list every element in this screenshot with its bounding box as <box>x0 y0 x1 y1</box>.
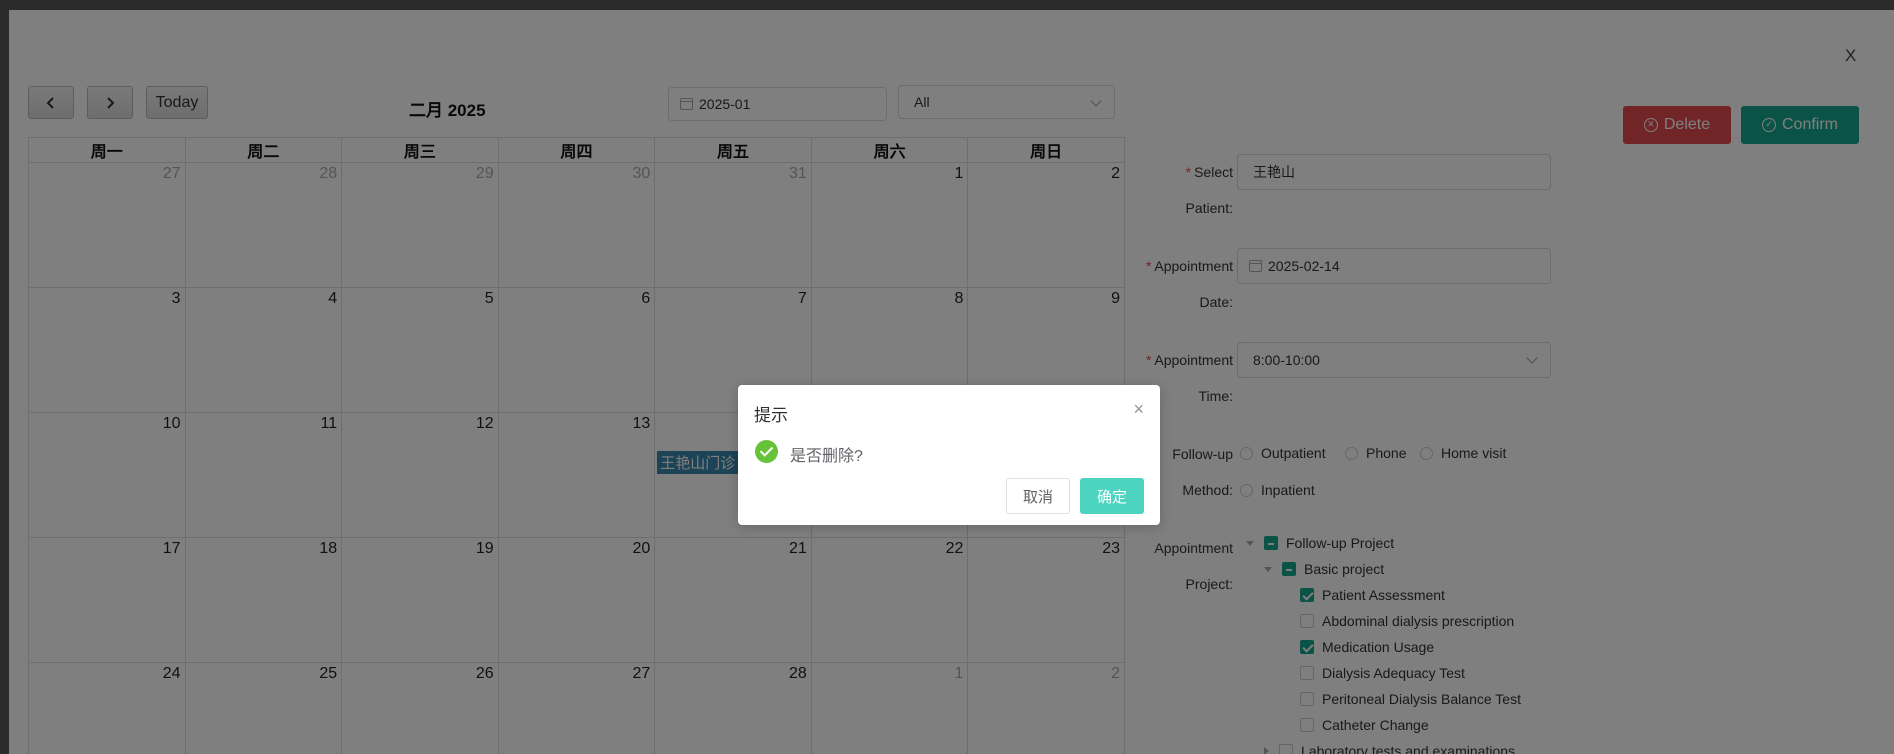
confirm-messagebox: 提示 × 是否删除? 取消 确定 <box>738 385 1160 525</box>
page-backdrop: X Today 二月 2025 2025-01 All ✕ Delete ✓ C… <box>0 0 1894 754</box>
messagebox-title: 提示 <box>754 406 788 425</box>
success-icon <box>755 440 778 463</box>
cancel-button[interactable]: 取消 <box>1006 478 1070 514</box>
ok-button[interactable]: 确定 <box>1080 478 1144 514</box>
messagebox-message: 是否删除? <box>790 448 863 465</box>
messagebox-close-icon[interactable]: × <box>1133 399 1144 420</box>
modal-overlay <box>9 10 1894 754</box>
